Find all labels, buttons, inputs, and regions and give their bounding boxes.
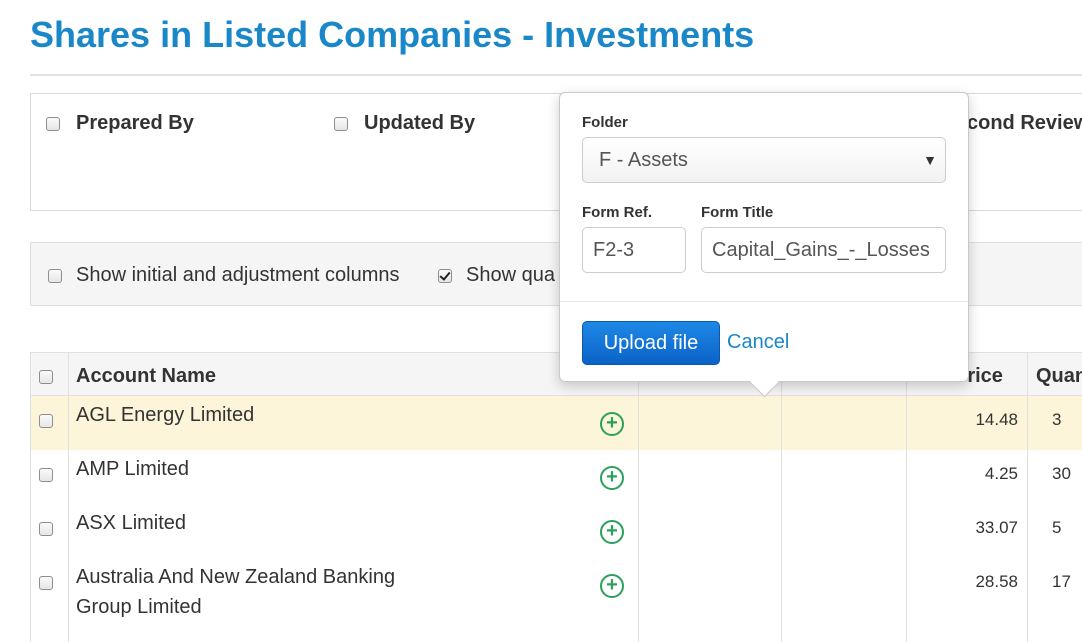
folder-select-value: F - Assets xyxy=(599,149,688,171)
folder-label: Folder xyxy=(582,114,628,131)
show-quantity-option[interactable]: Show qua xyxy=(438,264,555,287)
row-checkbox[interactable] xyxy=(39,522,53,536)
account-name: AGL Energy Limited xyxy=(76,404,255,426)
dropdown-caret-icon: ▼ xyxy=(923,152,937,168)
column-divider xyxy=(906,352,907,642)
row-checkbox[interactable] xyxy=(39,468,53,482)
add-circle-icon[interactable]: + xyxy=(600,574,624,598)
mkt-price: 33.07 xyxy=(975,518,1018,537)
column-divider xyxy=(30,352,31,642)
form-title-label: Form Title xyxy=(701,204,774,221)
table-row[interactable]: ASX Limited + 33.07 5 xyxy=(30,504,1082,558)
column-quantity[interactable]: Quan xyxy=(1036,365,1082,388)
updated-by-option[interactable]: Updated By xyxy=(334,112,475,135)
show-initial-checkbox[interactable] xyxy=(48,268,62,283)
mkt-price: 28.58 xyxy=(975,572,1018,591)
second-review-label: cond Review xyxy=(967,112,1082,134)
column-divider xyxy=(68,352,69,642)
prepared-by-option[interactable]: Prepared By xyxy=(46,112,194,135)
upload-file-button[interactable]: Upload file xyxy=(582,321,720,365)
form-title-input[interactable]: Capital_Gains_-_Losses xyxy=(701,227,946,273)
mkt-price: 14.48 xyxy=(975,410,1018,429)
quantity: 17 xyxy=(1052,572,1071,591)
table-row[interactable]: AMP Limited + 4.25 30 xyxy=(30,450,1082,504)
quantity: 30 xyxy=(1052,464,1071,483)
form-ref-label: Form Ref. xyxy=(582,204,653,221)
column-divider xyxy=(1027,352,1028,642)
row-checkbox[interactable] xyxy=(39,576,53,590)
add-circle-icon[interactable]: + xyxy=(600,466,624,490)
table-row[interactable]: Australia And New Zealand Banking Group … xyxy=(30,558,1082,642)
account-name: AMP Limited xyxy=(76,458,190,480)
prepared-by-label: Prepared By xyxy=(76,112,194,134)
quantity: 3 xyxy=(1052,410,1062,429)
updated-by-checkbox[interactable] xyxy=(334,116,348,131)
upload-file-popover: Folder F - Assets ▼ Form Ref. Form Title… xyxy=(559,92,969,398)
folder-select[interactable]: F - Assets ▼ xyxy=(582,137,946,183)
show-initial-option[interactable]: Show initial and adjustment columns xyxy=(48,264,400,287)
account-name: ASX Limited xyxy=(76,512,187,534)
quantity: 5 xyxy=(1052,518,1062,537)
show-quantity-checkbox[interactable] xyxy=(438,268,452,283)
prepared-by-checkbox[interactable] xyxy=(46,116,60,131)
updated-by-label: Updated By xyxy=(364,112,476,134)
account-name: Australia And New Zealand Banking Group … xyxy=(76,566,396,618)
add-circle-icon[interactable]: + xyxy=(600,520,624,544)
show-initial-label: Show initial and adjustment columns xyxy=(76,264,400,286)
cancel-link[interactable]: Cancel xyxy=(727,331,789,354)
select-all-checkbox[interactable] xyxy=(39,370,53,384)
page-title: Shares in Listed Companies - Investments xyxy=(30,14,755,55)
second-review-option[interactable]: cond Review xyxy=(967,112,1082,135)
column-account-name[interactable]: Account Name xyxy=(76,365,216,388)
show-quantity-label: Show qua xyxy=(466,264,555,286)
table-row[interactable]: AGL Energy Limited + 14.48 3 xyxy=(30,396,1082,450)
row-checkbox[interactable] xyxy=(39,414,53,428)
column-divider xyxy=(781,352,782,642)
form-ref-input[interactable]: F2-3 xyxy=(582,227,686,273)
add-circle-icon[interactable]: + xyxy=(600,412,624,436)
popover-divider xyxy=(560,301,968,302)
column-divider xyxy=(638,352,639,642)
title-divider xyxy=(30,74,1082,76)
mkt-price: 4.25 xyxy=(984,464,1018,483)
